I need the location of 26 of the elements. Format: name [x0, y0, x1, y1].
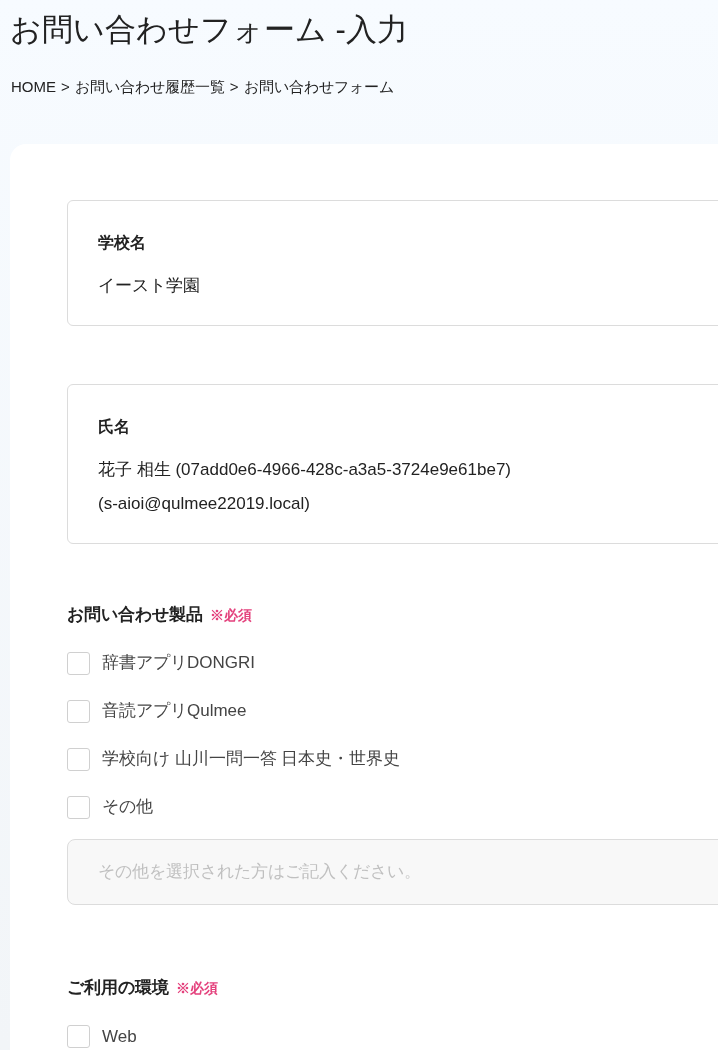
section-label: ご利用の環境 [67, 977, 169, 999]
section-label: お問い合わせ製品 [67, 603, 203, 626]
breadcrumb-separator: > [61, 77, 70, 97]
checkbox[interactable] [67, 699, 90, 723]
option-label: その他 [102, 796, 153, 819]
checkbox[interactable] [67, 1025, 90, 1048]
required-mark: ※必須 [210, 605, 252, 625]
breadcrumb-separator: > [229, 77, 239, 97]
required-mark: ※必須 [176, 979, 218, 998]
checkbox[interactable] [67, 795, 90, 819]
field-value: (s-aioi@qulmee22019.local) [98, 492, 310, 515]
option-label: 音読アプリQulmee [102, 700, 247, 723]
option-label: Web [102, 1025, 137, 1048]
option-label: 辞書アプリDONGRI [102, 652, 255, 675]
breadcrumb-link[interactable]: お問い合わせフォーム [243, 76, 394, 99]
field-value: イースト学園 [98, 274, 200, 297]
page-title: お問い合わせフォーム -入力 [10, 11, 408, 49]
other-input-field[interactable]: その他を選択された方はご記入ください。 [67, 839, 718, 905]
option-label: 学校向け 山川一問一答 日本史・世界史 [102, 748, 401, 771]
checkbox[interactable] [67, 651, 90, 675]
breadcrumb-link[interactable]: お問い合わせ履歴一覧 [74, 76, 225, 99]
field-label: 氏名 [98, 416, 130, 437]
field-label: 学校名 [98, 232, 146, 253]
field-value: 花子 相生 (07add0e6-4966-428c-a3a5-3724e9e61be7) [98, 458, 511, 481]
breadcrumb-link[interactable]: HOME [11, 76, 56, 99]
checkbox[interactable] [67, 747, 90, 771]
